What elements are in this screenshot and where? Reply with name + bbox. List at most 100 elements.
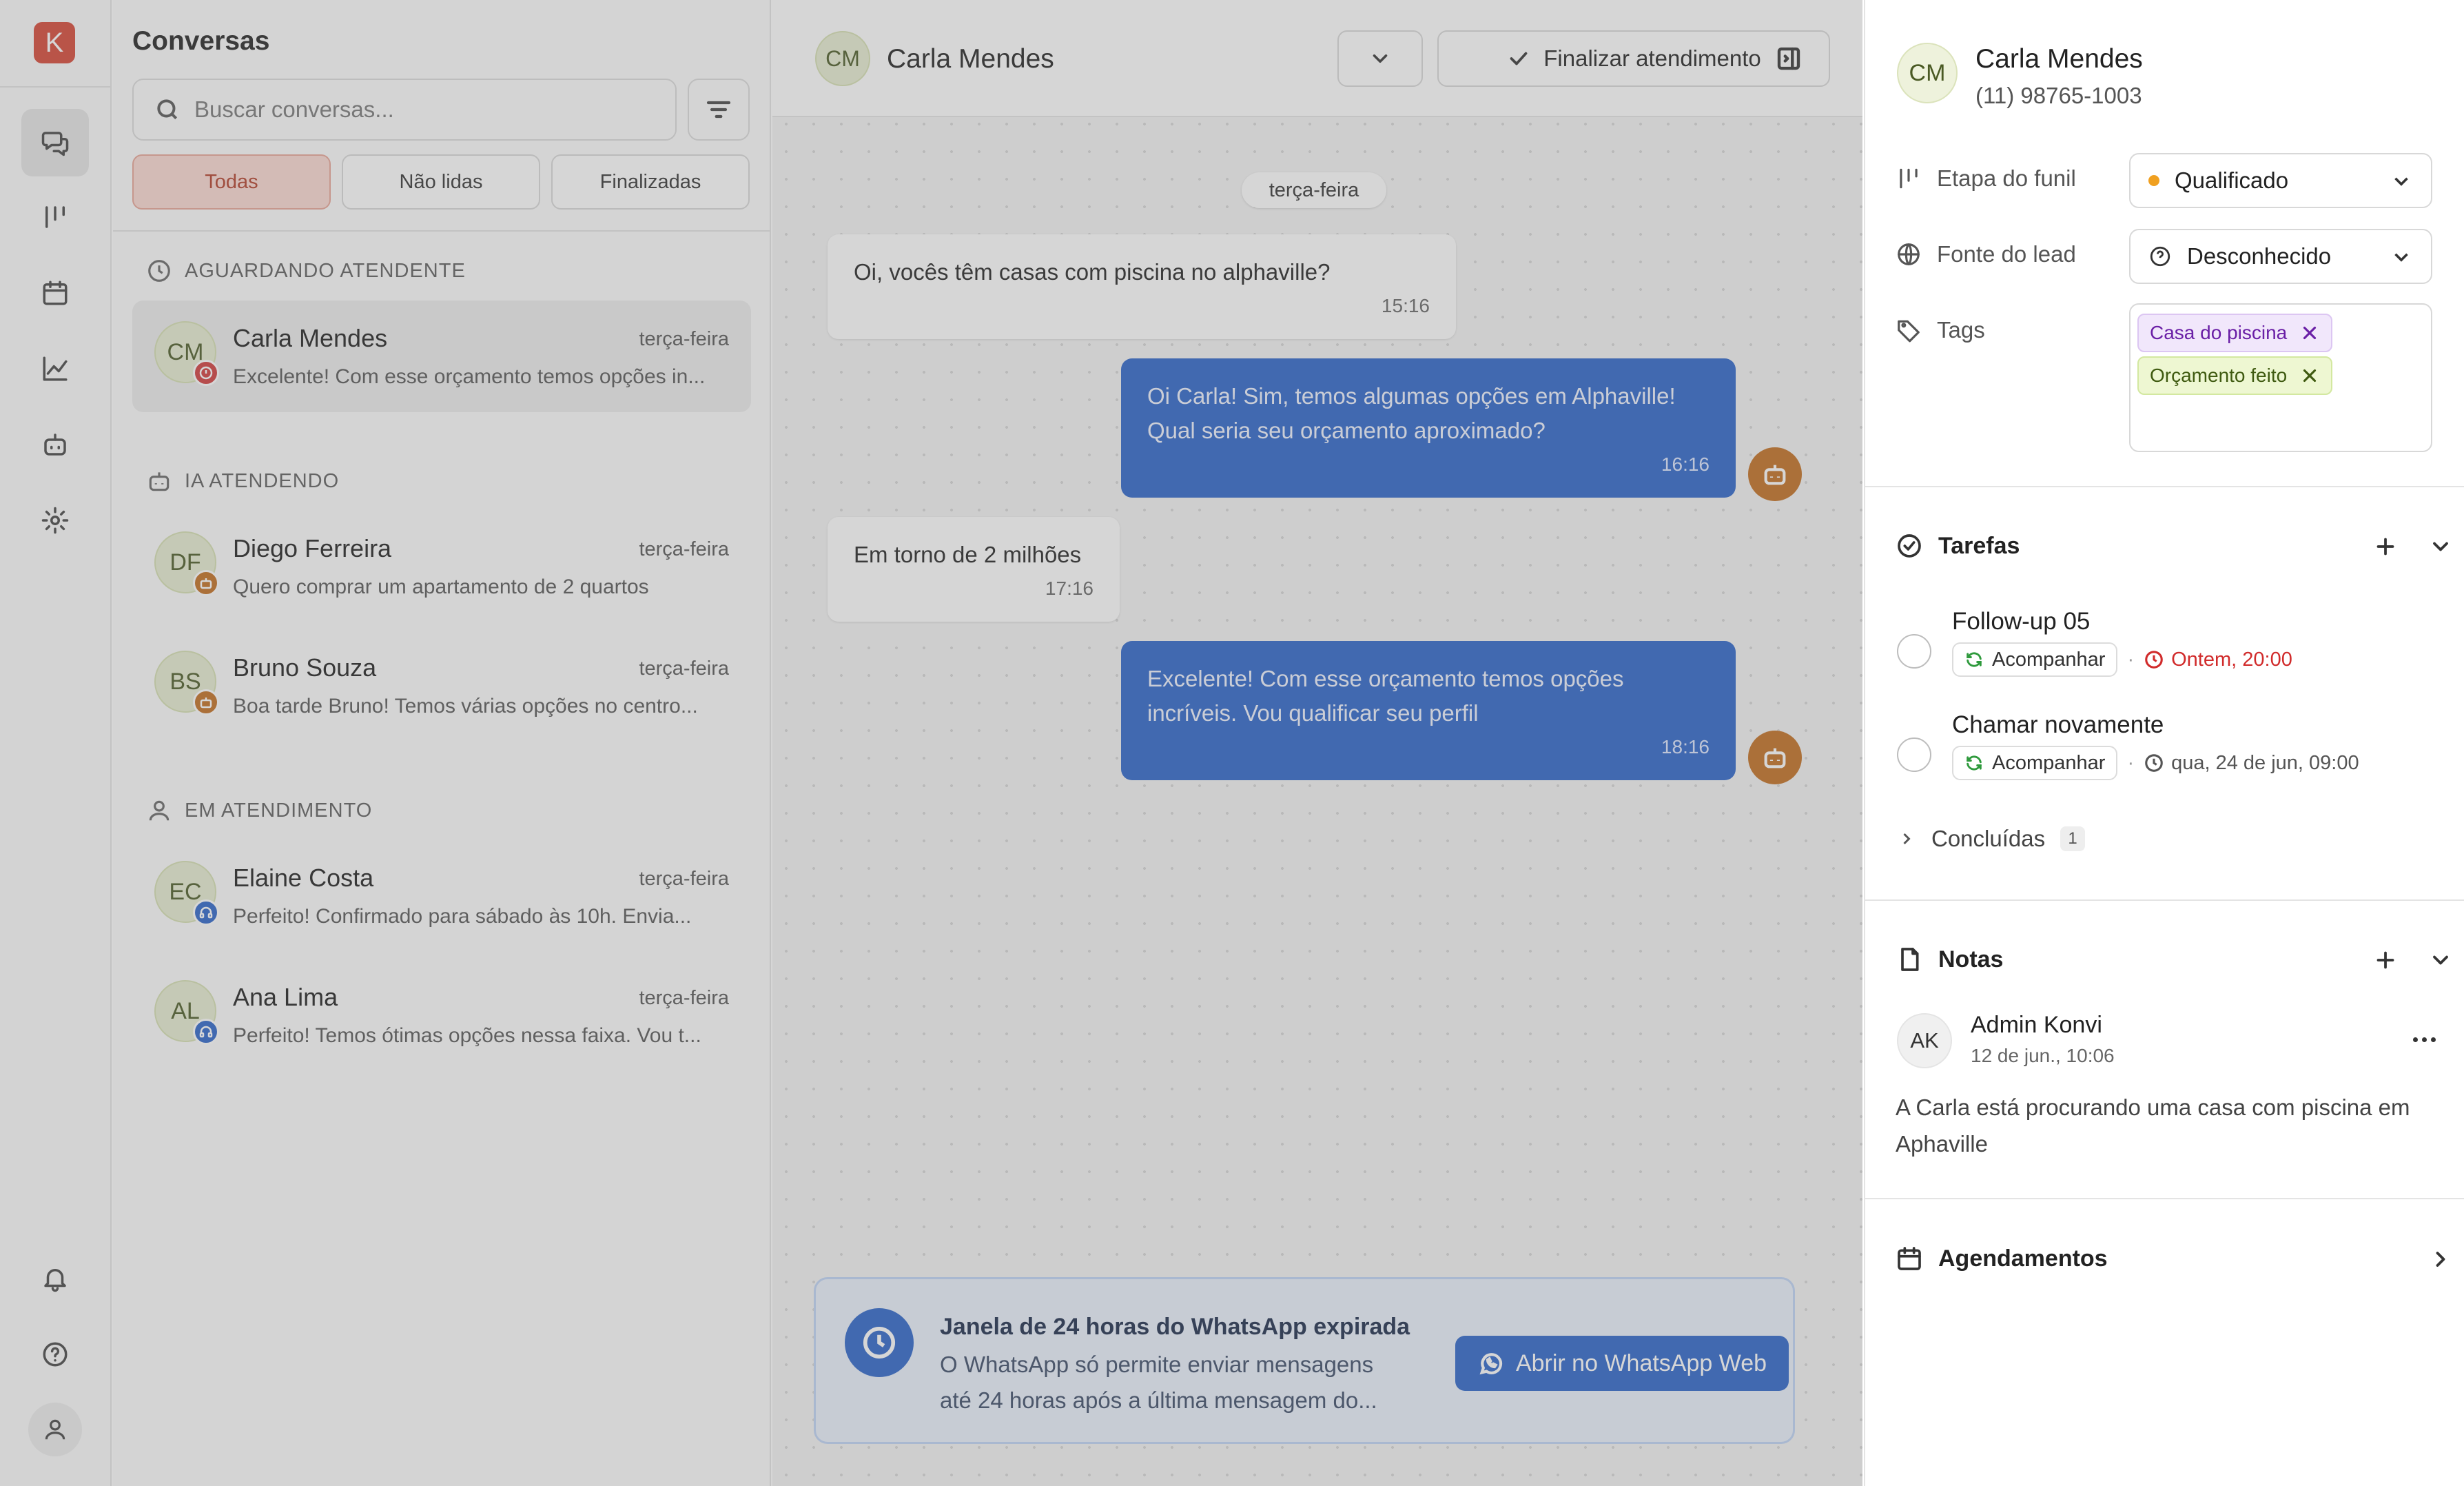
tab-all[interactable]: Todas xyxy=(132,154,331,210)
task-item: Chamar novamente Acompanhar · qua, 24 de… xyxy=(1897,710,2448,800)
lead-source-select[interactable]: Desconhecido xyxy=(2129,229,2432,284)
tasks-title: Tarefas xyxy=(1938,532,2020,559)
chat-options-dropdown[interactable] xyxy=(1337,30,1423,87)
nav-rail: K xyxy=(0,0,112,1486)
chat-header: CM Carla Mendes Finalizar atendimento xyxy=(772,0,1862,117)
bell-icon xyxy=(44,1269,66,1292)
search-input[interactable] xyxy=(194,96,635,123)
timestamp: terça-feira xyxy=(639,538,729,560)
open-appointments-button[interactable] xyxy=(2423,1242,2458,1276)
nav-notifications[interactable] xyxy=(21,1245,89,1312)
timestamp: terça-feira xyxy=(639,987,729,1009)
day-separator: terça-feira xyxy=(1242,172,1386,208)
panel-divider xyxy=(1865,899,2464,901)
nav-reports[interactable] xyxy=(21,335,89,403)
close-icon[interactable] xyxy=(2299,323,2320,343)
collapse-notes-button[interactable] xyxy=(2423,943,2458,977)
whatsapp-button-label: Abrir no WhatsApp Web xyxy=(1515,1350,1767,1376)
conversation-item[interactable]: CM Carla Mendes terça-feira Excelente! C… xyxy=(132,301,751,412)
section-attending: EM ATENDIMENTO xyxy=(146,797,372,824)
tag-label: Casa do piscina xyxy=(2150,322,2288,343)
bot-sender-avatar xyxy=(1748,731,1802,784)
open-whatsapp-web-button[interactable]: Abrir no WhatsApp Web xyxy=(1455,1336,1789,1391)
clock-icon xyxy=(2145,651,2163,669)
funnel-stage-label: Etapa do funil xyxy=(1896,165,2076,192)
calendar-icon xyxy=(1898,1247,1921,1270)
more-options-icon[interactable] xyxy=(2407,1026,2441,1053)
whatsapp-expired-banner: Janela de 24 horas do WhatsApp expirada … xyxy=(814,1277,1795,1444)
task-due: qua, 24 de jun, 09:00 xyxy=(2144,752,2359,775)
message-outgoing: Excelente! Com esse orçamento temos opçõ… xyxy=(1121,641,1736,780)
appointments-header[interactable]: Agendamentos xyxy=(1896,1245,2108,1272)
chevron-down-icon xyxy=(2394,177,2408,186)
funnel-stage-select[interactable]: Qualificado xyxy=(2129,153,2432,208)
separator-dot: · xyxy=(2127,751,2135,774)
chevron-down-icon xyxy=(2433,542,2448,551)
task-checkbox[interactable] xyxy=(1897,634,1931,669)
toggle-panel-button[interactable] xyxy=(1772,41,1806,76)
task-type-label: Acompanhar xyxy=(1992,648,2106,671)
message-time: 15:16 xyxy=(1381,295,1430,316)
chat-contact-name: Carla Mendes xyxy=(887,44,1054,74)
status-badge xyxy=(193,899,219,926)
nav-calendar[interactable] xyxy=(21,259,89,327)
conversation-item[interactable]: DF Diego Ferreira terça-feira Quero comp… xyxy=(132,511,751,622)
filter-button[interactable] xyxy=(688,79,750,141)
task-type-chip: Acompanhar xyxy=(1952,642,2118,677)
nav-pipeline[interactable] xyxy=(21,183,89,251)
add-note-button[interactable] xyxy=(2368,943,2403,977)
task-checkbox[interactable] xyxy=(1897,737,1931,772)
tab-unread[interactable]: Não lidas xyxy=(342,154,540,210)
section-ai: IA ATENDENDO xyxy=(146,468,339,494)
pipeline-icon xyxy=(1900,168,1918,189)
profile-button[interactable] xyxy=(28,1403,82,1456)
calendar-icon xyxy=(43,281,68,305)
list-divider xyxy=(113,230,771,232)
message-outgoing: Oi Carla! Sim, temos algumas opções em A… xyxy=(1121,358,1736,498)
search-box[interactable] xyxy=(132,79,677,141)
question-icon xyxy=(2150,246,2170,267)
message-preview: Perfeito! Confirmado para sábado às 10h.… xyxy=(233,905,692,928)
message-time: 18:16 xyxy=(1661,736,1710,757)
avatar: AK xyxy=(1897,1013,1952,1068)
gear-icon xyxy=(41,507,69,534)
nav-settings[interactable] xyxy=(21,487,89,554)
nav-bots[interactable] xyxy=(21,411,89,478)
tag-label: Orçamento feito xyxy=(2150,365,2288,386)
notes-header: Notas xyxy=(1896,946,2003,973)
conversation-item[interactable]: AL Ana Lima terça-feira Perfeito! Temos … xyxy=(132,959,751,1071)
message-preview: Perfeito! Temos ótimas opções nessa faix… xyxy=(233,1024,701,1047)
task-name: Chamar novamente xyxy=(1952,711,2164,738)
section-title: AGUARDANDO ATENDENTE xyxy=(185,259,466,282)
conversation-item[interactable]: BS Bruno Souza terça-feira Boa tarde Bru… xyxy=(132,630,751,742)
user-icon xyxy=(149,800,170,821)
add-task-button[interactable] xyxy=(2368,529,2403,564)
tags-field[interactable]: Casa do piscina Orçamento feito xyxy=(2129,303,2432,452)
refresh-icon xyxy=(1967,652,1982,667)
funnel-value: Qualificado xyxy=(2175,167,2289,193)
nav-help[interactable] xyxy=(21,1321,89,1388)
nav-conversations[interactable] xyxy=(21,109,89,176)
contact-phone: (11) 98765-1003 xyxy=(1975,83,2142,108)
collapse-tasks-button[interactable] xyxy=(2423,529,2458,564)
message-incoming: Oi, vocês têm casas com piscina no alpha… xyxy=(828,234,1456,339)
message-text: Oi, vocês têm casas com piscina no alpha… xyxy=(854,259,1331,285)
close-icon[interactable] xyxy=(2299,365,2320,386)
help-icon xyxy=(43,1342,68,1367)
note-author: Admin Konvi xyxy=(1971,1012,2102,1038)
completed-tasks-toggle[interactable]: Concluídas 1 xyxy=(1897,826,2086,852)
tag-icon xyxy=(1898,320,1920,343)
contact-name: Carla Mendes xyxy=(233,324,388,352)
chart-icon xyxy=(43,356,68,381)
completed-label: Concluídas xyxy=(1931,826,2046,851)
search-icon xyxy=(157,99,178,120)
conversation-item[interactable]: EC Elaine Costa terça-feira Perfeito! Co… xyxy=(132,840,751,952)
tab-finished[interactable]: Finalizadas xyxy=(551,154,750,210)
banner-title: Janela de 24 horas do WhatsApp expirada xyxy=(940,1314,1410,1340)
refresh-icon xyxy=(1967,755,1982,771)
stage-color-dot xyxy=(2148,175,2159,186)
message-text: Excelente! Com esse orçamento temos opçõ… xyxy=(1147,666,1624,726)
separator-dot: · xyxy=(2127,648,2135,671)
message-preview: Boa tarde Bruno! Temos várias opções no … xyxy=(233,695,698,717)
task-type-label: Acompanhar xyxy=(1992,751,2106,774)
